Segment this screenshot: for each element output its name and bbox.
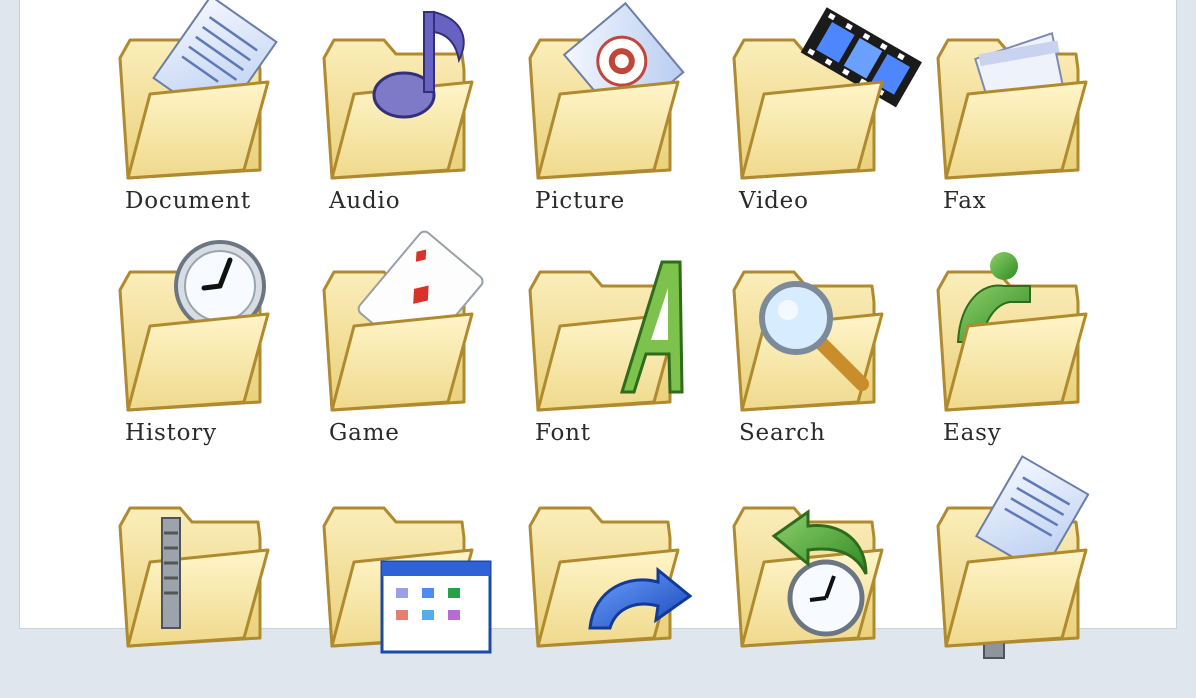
video-folder-icon: [732, 7, 922, 180]
folder-item-easy[interactable]: Easy: [936, 242, 1128, 462]
audio-folder-icon: [322, 10, 474, 180]
restore-history-folder-icon: [732, 506, 884, 648]
fax-folder-icon: [936, 31, 1088, 180]
document-folder-icon: [118, 0, 278, 180]
folder-item-fax[interactable]: Fax: [936, 10, 1128, 230]
folder-label: Search: [739, 420, 826, 446]
folder-label: History: [125, 420, 217, 446]
game-folder-icon: [322, 230, 484, 412]
folder-icon-grid: Document Audio Picture Video Fax History…: [0, 0, 1196, 659]
folder-item-document[interactable]: Document: [118, 0, 310, 230]
easy-folder-icon: [936, 252, 1088, 412]
search-folder-icon: [732, 270, 884, 412]
folder-label: Audio: [329, 188, 401, 214]
folder-item-sync[interactable]: [528, 478, 720, 698]
folder-item-game[interactable]: Game: [322, 230, 514, 462]
folder-label: Picture: [535, 188, 625, 214]
folder-label: Fax: [943, 188, 987, 214]
folder-item-video[interactable]: Video: [732, 7, 924, 230]
folder-label: Document: [125, 188, 251, 214]
zip-folder-icon: [118, 506, 270, 648]
control-panel-folder-icon: [322, 506, 492, 654]
folder-item-audio[interactable]: Audio: [322, 10, 514, 230]
folder-label: Game: [329, 420, 400, 446]
picture-folder-icon: [528, 1, 685, 180]
network-document-folder-icon: [936, 455, 1090, 659]
folder-item-picture[interactable]: Picture: [528, 1, 720, 230]
folder-label: Easy: [943, 420, 1002, 446]
folder-label: Font: [535, 420, 591, 446]
sync-folder-icon: [528, 506, 693, 648]
folder-label: Video: [739, 188, 809, 214]
folder-item-history[interactable]: History: [118, 240, 310, 462]
folder-item-font[interactable]: Font: [528, 242, 720, 462]
font-folder-icon: [528, 260, 684, 412]
folder-item-control-panel[interactable]: [322, 478, 514, 698]
history-folder-icon: [118, 240, 270, 412]
folder-item-restore-history[interactable]: [732, 478, 924, 698]
folder-item-search[interactable]: Search: [732, 242, 924, 462]
folder-item-network-document[interactable]: [936, 455, 1128, 698]
folder-item-zip[interactable]: [118, 478, 310, 698]
